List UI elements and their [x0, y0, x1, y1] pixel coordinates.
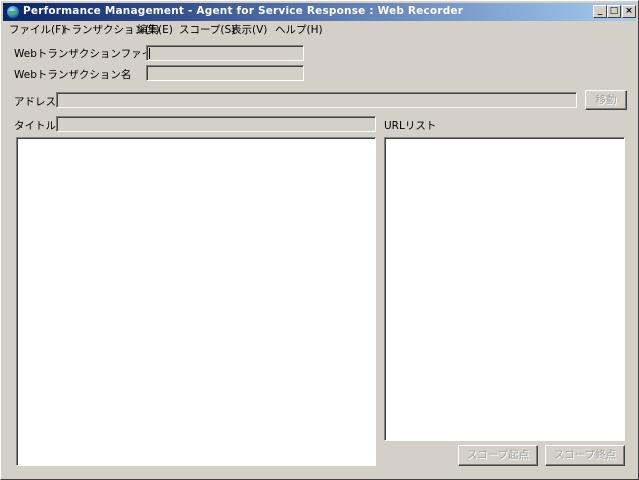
address-label: アドレス [14, 96, 56, 108]
file-name-field[interactable] [146, 45, 304, 61]
minimize-button[interactable]: _ [593, 5, 607, 18]
window-title: Performance Management - Agent for Servi… [23, 5, 464, 17]
transaction-name-field[interactable] [146, 65, 304, 81]
menu-view[interactable]: 表示(V) [231, 22, 267, 37]
menu-bar: ファイル(F) トランザクション(T) 編集(E) スコープ(S) 表示(V) … [3, 21, 636, 37]
maximize-button[interactable]: □ [607, 5, 621, 18]
menu-file[interactable]: ファイル(F) [9, 22, 65, 37]
menu-help[interactable]: ヘルプ(H) [275, 22, 323, 37]
close-button[interactable]: × [622, 5, 636, 18]
transaction-name-label: Webトランザクション名 [14, 69, 132, 81]
address-field[interactable] [56, 92, 577, 108]
scope-start-button[interactable]: スコープ起点 [458, 445, 538, 466]
url-list-panel[interactable] [384, 137, 625, 441]
title-field[interactable] [56, 116, 376, 132]
globe-icon [6, 5, 20, 19]
url-list-label: URLリスト [384, 120, 437, 132]
main-window: Performance Management - Agent for Servi… [0, 0, 639, 480]
scope-end-button[interactable]: スコープ終点 [545, 445, 625, 466]
menu-scope[interactable]: スコープ(S) [179, 22, 235, 37]
title-bar[interactable]: Performance Management - Agent for Servi… [3, 3, 636, 21]
move-button[interactable]: 移動 [585, 90, 627, 110]
title-label: タイトル [14, 120, 56, 132]
browser-view-panel[interactable] [16, 137, 376, 466]
menu-edit[interactable]: 編集(E) [137, 22, 173, 37]
